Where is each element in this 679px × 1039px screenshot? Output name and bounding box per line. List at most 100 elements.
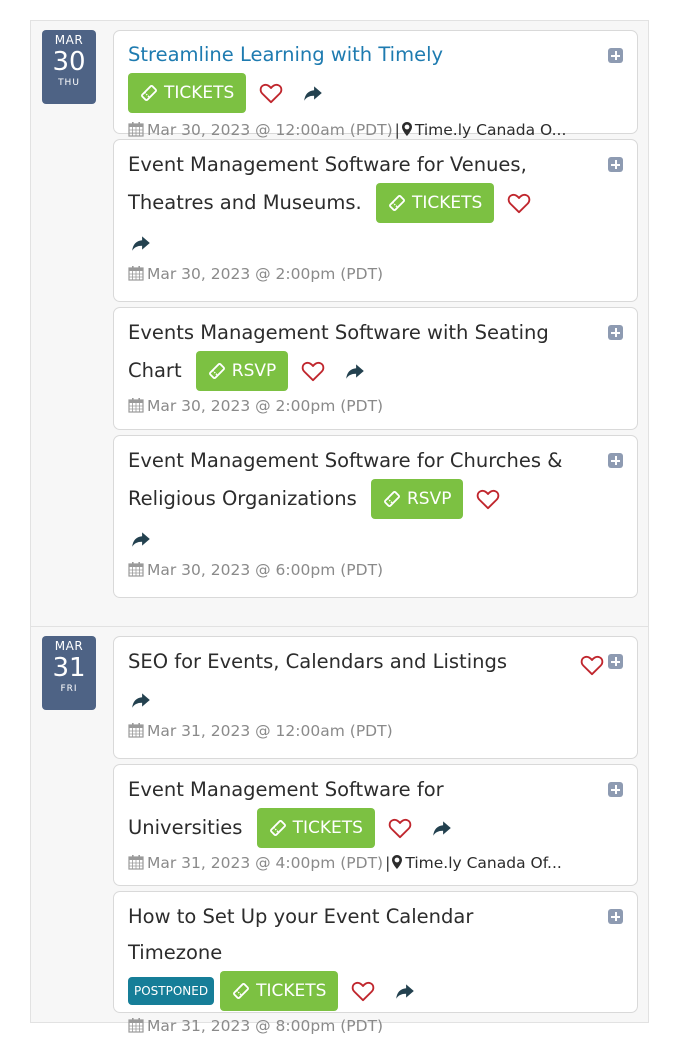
- date-weekday: THU: [58, 78, 80, 88]
- event-card[interactable]: Event Management Software for Venues, Th…: [113, 139, 638, 302]
- rsvp-button[interactable]: RSVP: [195, 351, 289, 391]
- tickets-button-label: TICKETS: [292, 818, 363, 838]
- event-timezone: (PDT): [340, 1017, 384, 1035]
- event-card[interactable]: Events Management Software with Seating …: [113, 307, 638, 430]
- share-arrow-icon[interactable]: [130, 232, 152, 254]
- plus-square-icon[interactable]: [608, 909, 623, 924]
- event-timezone: (PDT): [340, 561, 384, 579]
- date-badge[interactable]: MAR 30 THU: [42, 30, 96, 104]
- tickets-button[interactable]: TICKETS: [128, 73, 247, 113]
- ticket-icon: [140, 84, 158, 102]
- event-title[interactable]: SEO for Events, Calendars and Listings: [128, 650, 507, 673]
- rsvp-button[interactable]: RSVP: [370, 479, 464, 519]
- plus-square-icon[interactable]: [608, 325, 623, 340]
- tickets-button[interactable]: TICKETS: [220, 971, 339, 1011]
- event-card[interactable]: SEO for Events, Calendars and Listings M…: [113, 636, 638, 759]
- day-group: MAR 30 THU Streamline Learning with Time…: [31, 21, 648, 627]
- postponed-status-badge: POSTPONED: [128, 977, 215, 1005]
- event-title-row: SEO for Events, Calendars and Listings: [128, 644, 623, 680]
- share-arrow-icon[interactable]: [130, 689, 152, 711]
- event-timezone: (PDT): [340, 397, 384, 415]
- event-meta: Mar 31, 2023 @ 4:00pm (PDT) | Time.ly Cana…: [128, 850, 623, 876]
- heart-outline-icon[interactable]: [387, 815, 413, 841]
- calendar-icon: [128, 722, 144, 738]
- event-timezone: (PDT): [349, 722, 393, 740]
- date-badge[interactable]: MAR 31 FRI: [42, 636, 96, 710]
- calendar-icon: [128, 121, 144, 137]
- agenda-list: MAR 30 THU Streamline Learning with Time…: [30, 20, 649, 1035]
- event-card[interactable]: How to Set Up your Event Calendar Timezo…: [113, 891, 638, 1035]
- plus-square-icon[interactable]: [608, 654, 623, 669]
- event-datetime: Mar 31, 2023 @ 4:00pm: [147, 854, 336, 872]
- map-marker-icon: [402, 122, 412, 136]
- calendar-icon: [128, 1017, 144, 1033]
- calendar-icon: [128, 397, 144, 413]
- date-day: 31: [52, 653, 86, 683]
- heart-outline-icon[interactable]: [350, 978, 376, 1004]
- plus-square-icon[interactable]: [608, 48, 623, 63]
- share-arrow-icon[interactable]: [302, 82, 324, 104]
- event-title[interactable]: Streamline Learning with Timely: [128, 43, 443, 66]
- event-card[interactable]: Event Management Software for Universiti…: [113, 764, 638, 886]
- share-arrow-icon[interactable]: [431, 817, 453, 839]
- event-meta: Mar 31, 2023 @ 8:00pm (PDT): [128, 1013, 623, 1039]
- ticket-icon: [232, 982, 250, 1000]
- date-weekday: FRI: [60, 684, 78, 694]
- heart-outline-icon[interactable]: [506, 190, 532, 216]
- event-datetime: Mar 30, 2023 @ 12:00am: [147, 121, 345, 139]
- event-venue[interactable]: Time.ly Canada Of...: [405, 854, 561, 872]
- share-row: [128, 519, 623, 557]
- event-title-row: Event Management Software for Churches &…: [128, 443, 623, 519]
- share-arrow-icon[interactable]: [130, 528, 152, 550]
- share-arrow-icon[interactable]: [394, 980, 416, 1002]
- day-group: MAR 31 FRI SEO for Events, Calendars and…: [31, 627, 648, 1035]
- tickets-button[interactable]: TICKETS: [256, 808, 375, 848]
- heart-outline-icon[interactable]: [579, 652, 605, 678]
- event-timezone: (PDT): [340, 854, 384, 872]
- calendar-icon: [128, 561, 144, 577]
- ticket-icon: [269, 819, 287, 837]
- event-card[interactable]: Streamline Learning with Timely TICKETS …: [113, 30, 638, 139]
- date-month: MAR: [54, 639, 84, 653]
- share-row: [128, 680, 623, 718]
- date-day: 30: [52, 47, 86, 77]
- event-title-row: Event Management Software for Venues, Th…: [128, 147, 623, 223]
- plus-square-icon[interactable]: [608, 157, 623, 172]
- event-card[interactable]: Event Management Software for Churches &…: [113, 435, 638, 598]
- event-venue[interactable]: Time.ly Canada O...: [415, 121, 567, 139]
- event-title-row: Event Management Software for Universiti…: [128, 772, 623, 848]
- event-meta: Mar 31, 2023 @ 12:00am (PDT): [128, 718, 623, 744]
- event-meta: Mar 30, 2023 @ 2:00pm (PDT): [128, 393, 623, 419]
- event-title-row: How to Set Up your Event Calendar Timezo…: [128, 899, 623, 1011]
- tickets-button-label: TICKETS: [164, 83, 235, 103]
- event-title[interactable]: How to Set Up your Event Calendar Timezo…: [128, 905, 473, 964]
- event-datetime: Mar 31, 2023 @ 8:00pm: [147, 1017, 336, 1035]
- event-meta: Mar 30, 2023 @ 2:00pm (PDT): [128, 261, 623, 287]
- event-meta: Mar 30, 2023 @ 6:00pm (PDT): [128, 557, 623, 583]
- heart-outline-icon[interactable]: [300, 358, 326, 384]
- event-datetime: Mar 31, 2023 @ 12:00am: [147, 722, 345, 740]
- heart-outline-icon[interactable]: [475, 486, 501, 512]
- ticket-icon: [383, 490, 401, 508]
- event-datetime: Mar 30, 2023 @ 2:00pm: [147, 397, 336, 415]
- rsvp-button-label: RSVP: [231, 361, 277, 381]
- map-marker-icon: [392, 855, 402, 869]
- calendar-icon: [128, 265, 144, 281]
- meta-separator: |: [394, 121, 400, 139]
- event-timezone: (PDT): [340, 265, 384, 283]
- heart-outline-icon[interactable]: [258, 80, 284, 106]
- share-row: [128, 223, 623, 261]
- tickets-button[interactable]: TICKETS: [375, 183, 495, 223]
- plus-square-icon[interactable]: [608, 453, 623, 468]
- event-title-row: Streamline Learning with Timely TICKETS: [128, 37, 623, 113]
- rsvp-button-label: RSVP: [406, 489, 452, 509]
- event-datetime: Mar 30, 2023 @ 6:00pm: [147, 561, 336, 579]
- ticket-icon: [208, 362, 226, 380]
- event-timezone: (PDT): [349, 121, 393, 139]
- plus-square-icon[interactable]: [608, 782, 623, 797]
- tickets-button-label: TICKETS: [411, 193, 483, 213]
- share-arrow-icon[interactable]: [344, 360, 366, 382]
- meta-separator: |: [385, 854, 391, 872]
- ticket-icon: [388, 194, 406, 212]
- event-datetime: Mar 30, 2023 @ 2:00pm: [147, 265, 336, 283]
